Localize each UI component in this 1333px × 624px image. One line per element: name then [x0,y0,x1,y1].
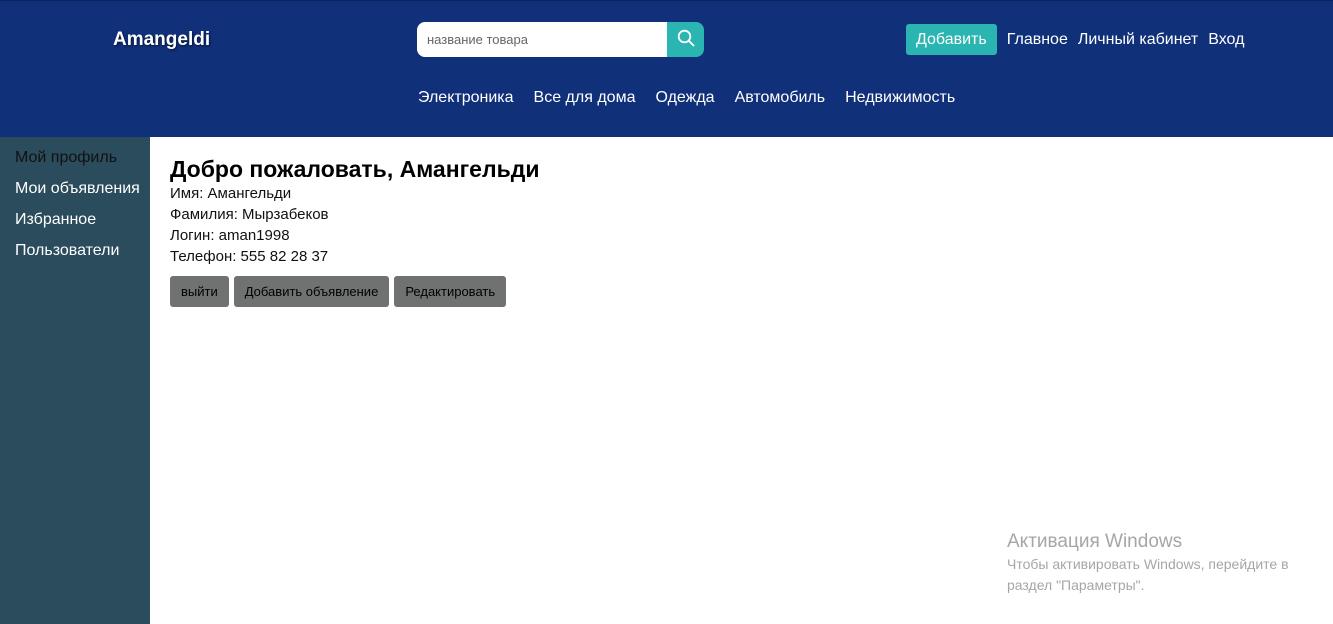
profile-last-name: Фамилия: Мырзабеков [170,206,329,223]
sidebar-item-profile[interactable]: Мой профиль [15,149,117,167]
search-icon [677,29,695,51]
page-title: Добро пожаловать, Амангельди [170,156,540,182]
category-clothing[interactable]: Одежда [655,89,714,107]
add-ad-button[interactable]: Добавить объявление [233,276,390,307]
brand-logo[interactable]: Amangeldi [113,29,210,51]
header: Amangeldi Добавить Главное Личный кабине… [0,0,1333,137]
nav-link-login[interactable]: Вход [1208,31,1244,49]
category-home[interactable]: Все для дома [534,89,636,107]
category-realty[interactable]: Недвижимость [845,89,955,107]
search-input[interactable] [417,22,667,57]
sidebar-item-favorites[interactable]: Избранное [15,211,96,229]
add-button[interactable]: Добавить [906,24,997,55]
sidebar-item-users[interactable]: Пользователи [15,242,119,260]
search-button[interactable] [667,22,704,57]
logout-button[interactable]: выйти [170,276,229,307]
nav-link-main[interactable]: Главное [1007,31,1068,49]
category-nav: Электроника Все для дома Одежда Автомоби… [418,89,975,107]
windows-activation-watermark: Активация Windows Чтобы активировать Win… [1007,530,1327,596]
profile-content: Добро пожаловать, Амангельди Имя: Аманге… [170,155,539,307]
search-bar [417,22,704,57]
profile-login: Логин: aman1998 [170,227,290,244]
profile-phone: Телефон: 555 82 28 37 [170,248,329,265]
category-auto[interactable]: Автомобиль [735,89,826,107]
sidebar: Мой профиль Мои объявления Избранное Пол… [0,137,150,624]
top-nav: Добавить Главное Личный кабинет Вход [906,24,1254,55]
sidebar-item-my-ads[interactable]: Мои объявления [15,180,140,198]
profile-first-name: Имя: Амангельди [170,185,292,202]
watermark-text: Чтобы активировать Windows, перейдите в … [1007,556,1289,593]
profile-actions: выйти Добавить объявление Редактировать [170,276,539,307]
nav-link-account[interactable]: Личный кабинет [1078,31,1198,49]
edit-button[interactable]: Редактировать [394,276,507,307]
watermark-title: Активация Windows [1007,531,1183,552]
category-electronics[interactable]: Электроника [418,89,514,107]
